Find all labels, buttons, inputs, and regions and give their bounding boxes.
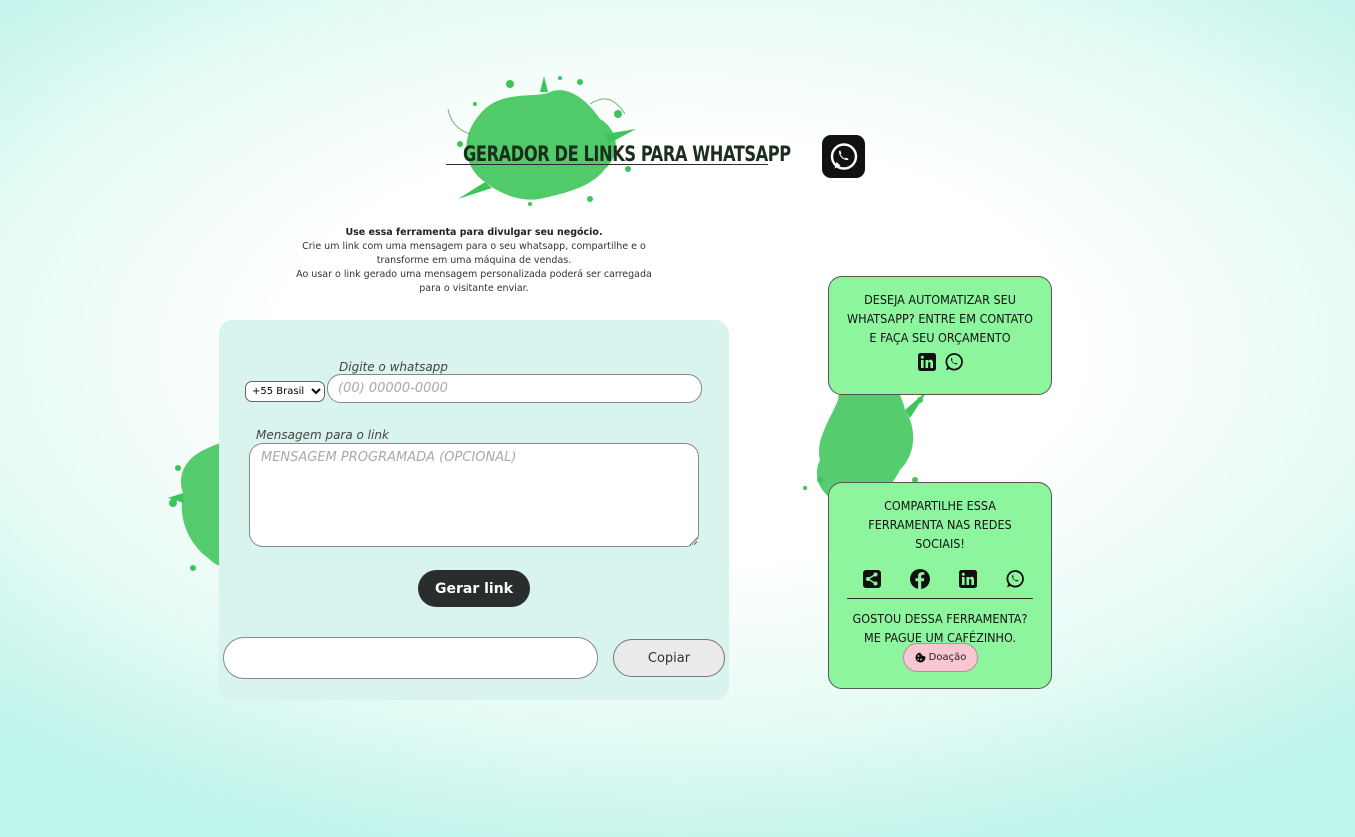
whatsapp-icon[interactable] <box>944 352 964 372</box>
country-select[interactable]: +55 Brasil <box>245 381 325 402</box>
share-icon[interactable] <box>862 568 882 590</box>
phone-label: Digite o whatsapp <box>339 360 448 374</box>
copy-button[interactable]: Copiar <box>613 639 725 677</box>
title-underline <box>446 164 768 165</box>
donate-button[interactable]: Doação <box>903 643 978 672</box>
contact-text: Deseja automatizar seu WhatsApp? Entre e… <box>846 292 1034 345</box>
cookie-icon <box>915 652 926 663</box>
page-title: GERADOR DE LINKS PARA WHATSAPP <box>463 142 791 166</box>
whatsapp-icon[interactable] <box>1005 568 1025 590</box>
intro-lead: Use essa ferramenta para divulgar seu ne… <box>345 227 603 238</box>
generate-link-button[interactable]: Gerar link <box>418 570 530 607</box>
donate-label: Doação <box>928 652 967 663</box>
linkedin-icon[interactable] <box>917 352 937 372</box>
linkedin-icon[interactable] <box>958 568 978 590</box>
title-area: GERADOR DE LINKS PARA WHATSAPP <box>445 130 791 180</box>
share-card-divider <box>847 598 1033 599</box>
share-text: Compartilhe essa ferramenta nas redes so… <box>868 498 1012 551</box>
phone-input[interactable] <box>327 374 702 403</box>
intro-line-1: Crie um link com uma mensagem para o seu… <box>302 241 646 266</box>
message-label: Mensagem para o link <box>256 428 389 442</box>
message-textarea[interactable] <box>249 443 699 547</box>
donate-text: Gostou dessa ferramenta? Me pague um caf… <box>852 611 1028 645</box>
whatsapp-logo-icon <box>822 135 865 178</box>
facebook-icon[interactable] <box>909 568 931 590</box>
intro-line-2: Ao usar o link gerado uma mensagem perso… <box>296 269 652 294</box>
contact-card: Deseja automatizar seu WhatsApp? Entre e… <box>828 276 1052 395</box>
intro-text: Use essa ferramenta para divulgar seu ne… <box>293 226 655 296</box>
generated-link-output[interactable] <box>223 637 598 679</box>
